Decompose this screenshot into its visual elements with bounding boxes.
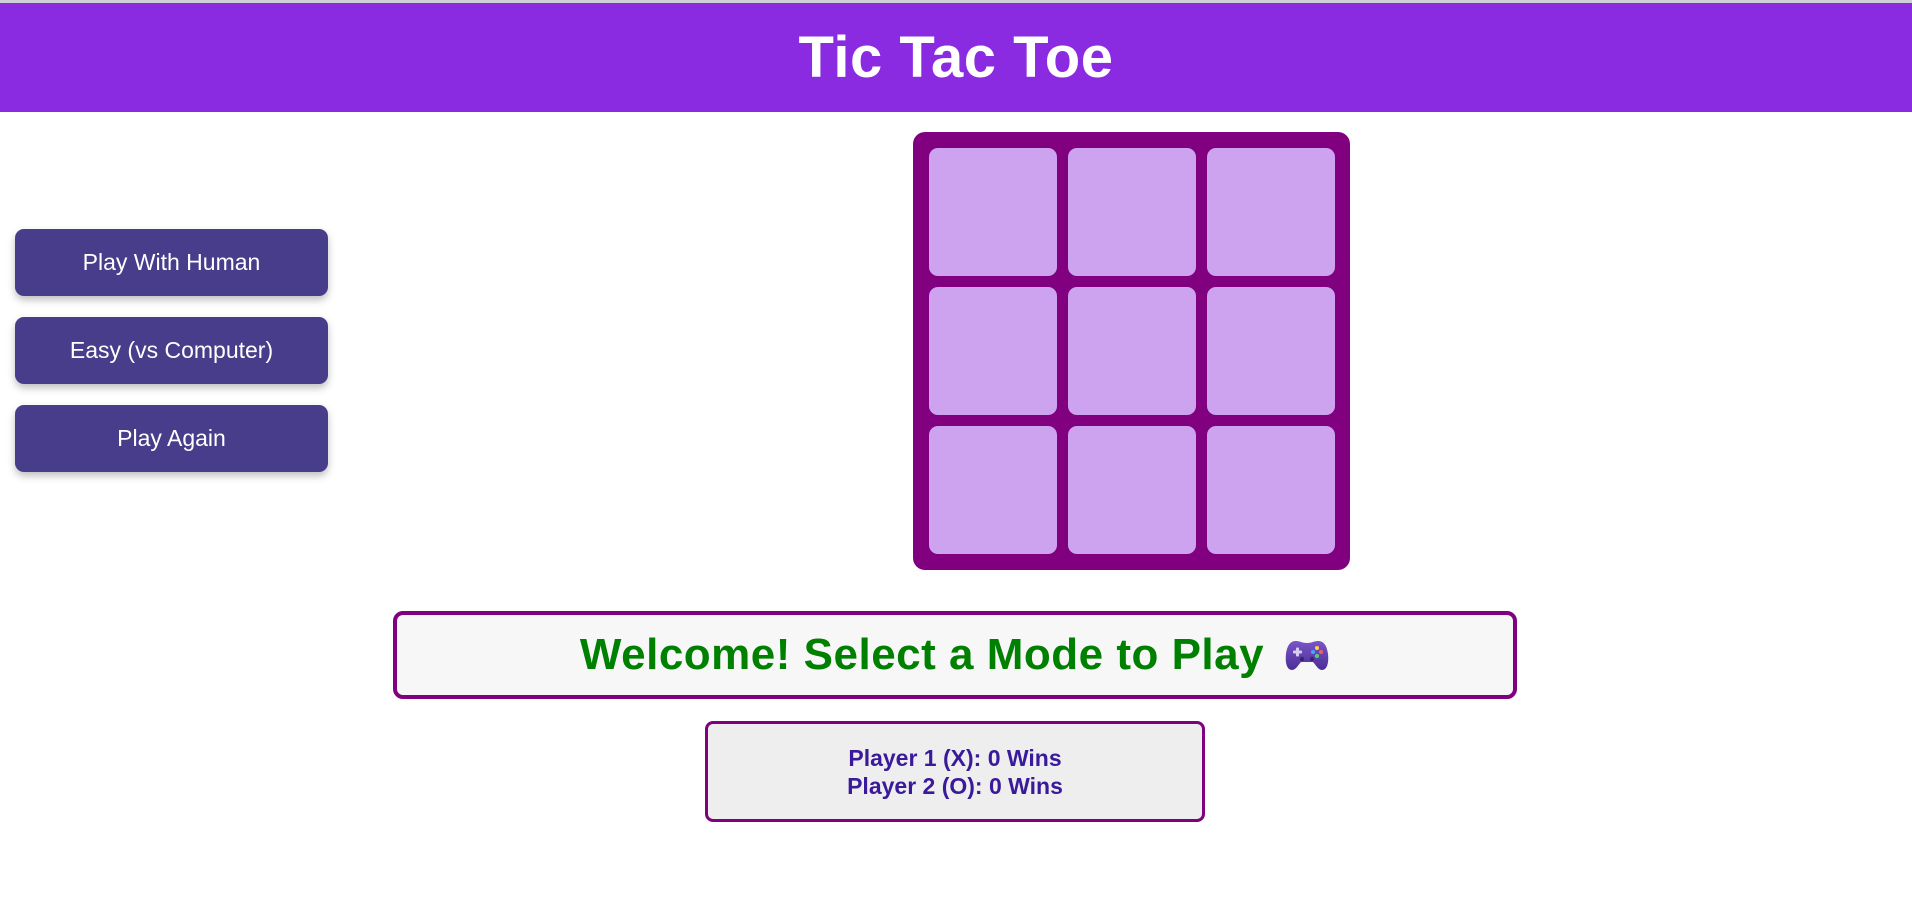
board-cell-2[interactable] [1207, 148, 1335, 276]
game-controller-icon [1284, 636, 1330, 674]
play-again-button[interactable]: Play Again [15, 405, 328, 472]
page-header: Tic Tac Toe [0, 3, 1912, 112]
player2-score: Player 2 (O): 0 Wins [847, 772, 1063, 799]
board-cell-6[interactable] [929, 426, 1057, 554]
status-message-box: Welcome! Select a Mode to Play [393, 611, 1517, 699]
board-cell-3[interactable] [929, 287, 1057, 415]
status-message: Welcome! Select a Mode to Play [579, 630, 1265, 679]
board-cell-4[interactable] [1068, 287, 1196, 415]
board-cell-7[interactable] [1068, 426, 1196, 554]
scoreboard: Player 1 (X): 0 Wins Player 2 (O): 0 Win… [705, 721, 1205, 822]
page-title: Tic Tac Toe [798, 25, 1114, 90]
board-cell-1[interactable] [1068, 148, 1196, 276]
play-with-human-button[interactable]: Play With Human [15, 229, 328, 296]
mode-sidebar: Play With Human Easy (vs Computer) Play … [15, 229, 328, 493]
board-cell-8[interactable] [1207, 426, 1335, 554]
game-board [913, 132, 1350, 570]
player1-score: Player 1 (X): 0 Wins [848, 744, 1062, 771]
easy-vs-computer-button[interactable]: Easy (vs Computer) [15, 317, 328, 384]
board-cell-0[interactable] [929, 148, 1057, 276]
board-cell-5[interactable] [1207, 287, 1335, 415]
